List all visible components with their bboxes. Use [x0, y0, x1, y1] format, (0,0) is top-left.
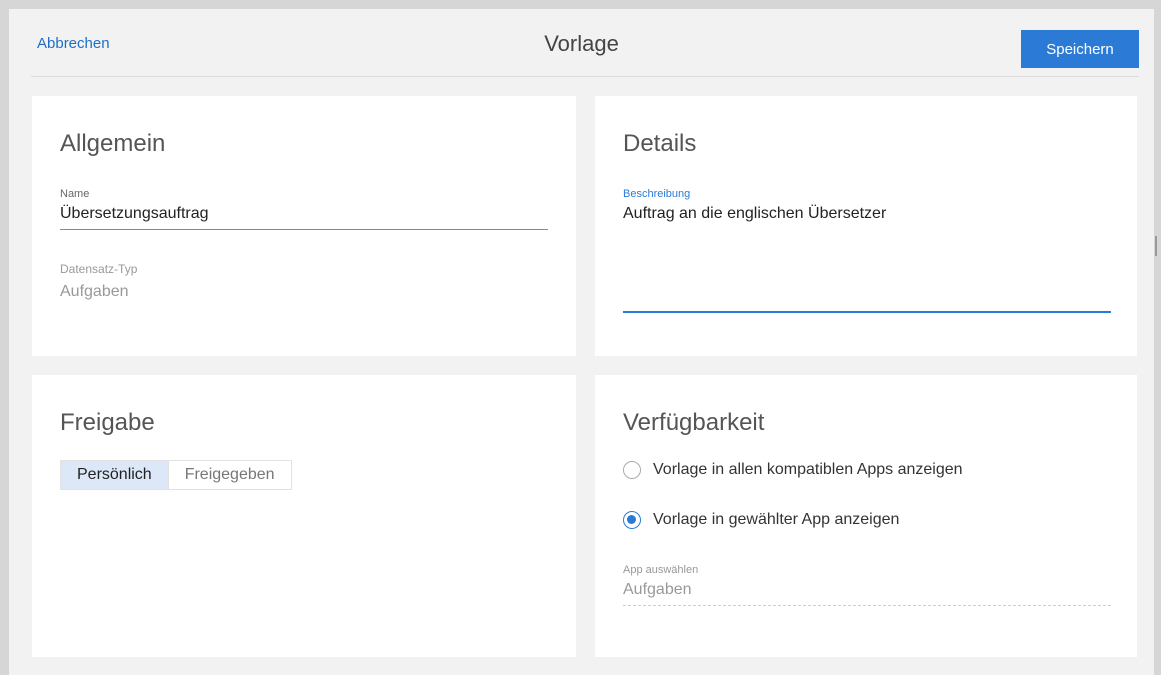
name-field[interactable]: Übersetzungsauftrag — [60, 205, 209, 223]
dialog-title: Vorlage — [544, 31, 619, 56]
details-title: Details — [623, 130, 697, 157]
sharing-option-personal[interactable]: Persönlich — [61, 461, 168, 489]
scrollbar[interactable] — [1155, 236, 1157, 256]
sharing-card: Freigabe Persönlich Freigegeben — [32, 375, 576, 657]
app-select-label: App auswählen — [623, 564, 699, 576]
availability-card: Verfügbarkeit Vorlage in allen kompatibl… — [595, 375, 1137, 657]
app-select-underline — [623, 605, 1111, 606]
record-type-value: Aufgaben — [60, 283, 129, 300]
radio-selected-app-label: Vorlage in gewählter App anzeigen — [653, 511, 900, 528]
radio-all-apps[interactable]: Vorlage in allen kompatiblen Apps anzeig… — [623, 461, 963, 479]
sharing-option-shared[interactable]: Freigegeben — [167, 461, 291, 489]
radio-unchecked-icon[interactable] — [623, 461, 641, 479]
radio-selected-app[interactable]: Vorlage in gewählter App anzeigen — [623, 511, 899, 529]
app-select-field[interactable]: Aufgaben — [623, 581, 692, 599]
details-card: Details Beschreibung Auftrag an die engl… — [595, 96, 1137, 356]
radio-all-apps-label: Vorlage in allen kompatiblen Apps anzeig… — [653, 461, 963, 478]
availability-title: Verfügbarkeit — [623, 409, 765, 436]
template-dialog: Abbrechen Vorlage Speichern Allgemein Na… — [9, 9, 1154, 675]
name-underline — [60, 229, 548, 230]
general-card: Allgemein Name Übersetzungsauftrag Daten… — [32, 96, 576, 356]
general-title: Allgemein — [60, 130, 166, 157]
save-button[interactable]: Speichern — [1021, 30, 1139, 68]
sharing-segmented-control: Persönlich Freigegeben — [60, 460, 292, 490]
description-field[interactable]: Auftrag an die englischen Übersetzer — [623, 205, 886, 223]
name-label: Name — [60, 188, 90, 200]
sharing-title: Freigabe — [60, 409, 155, 436]
description-underline — [623, 311, 1111, 313]
description-label: Beschreibung — [623, 188, 691, 200]
record-type-label: Datensatz-Typ — [60, 262, 138, 276]
radio-checked-icon[interactable] — [623, 511, 641, 529]
header-divider — [31, 76, 1139, 77]
dialog-header: Abbrechen Vorlage Speichern — [9, 9, 1154, 77]
